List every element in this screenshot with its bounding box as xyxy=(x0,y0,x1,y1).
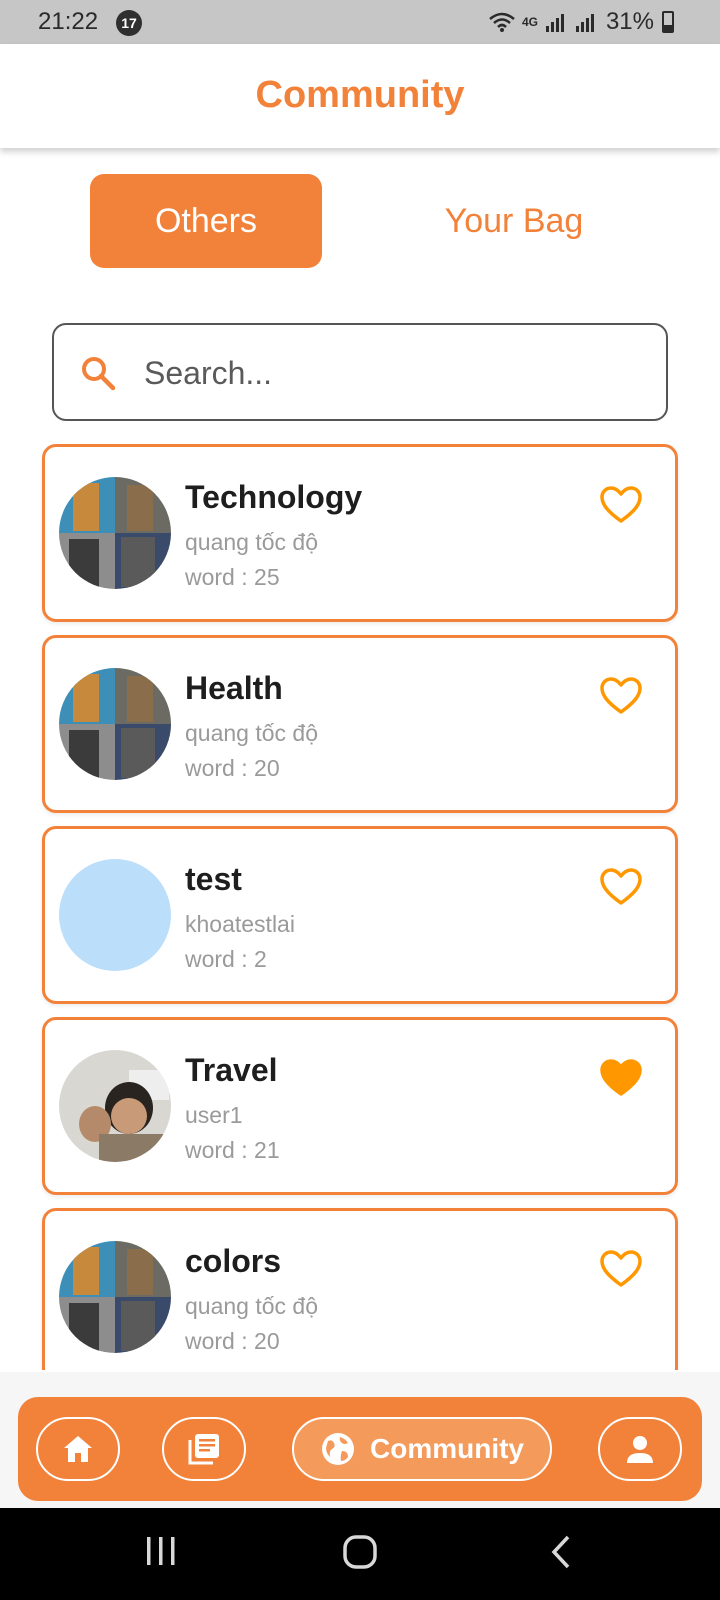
status-icons: 4G xyxy=(488,11,598,33)
home-icon xyxy=(64,1436,92,1462)
search-input[interactable] xyxy=(144,345,644,401)
tab-others[interactable]: Others xyxy=(90,174,322,268)
status-bar: 21:22 17 4G 31% xyxy=(0,0,720,44)
collection-card[interactable]: colors quang tốc độ word : 20 xyxy=(42,1208,678,1370)
collection-author: khoatestlai xyxy=(185,911,295,937)
collection-title: Travel xyxy=(185,1052,278,1088)
collection-title: Technology xyxy=(185,479,363,515)
collection-author: quang tốc độ xyxy=(185,720,319,746)
globe-icon xyxy=(322,1433,354,1465)
back-icon[interactable] xyxy=(548,1534,574,1570)
collection-card[interactable]: Health quang tốc độ word : 20 xyxy=(42,635,678,813)
page-title: Community xyxy=(255,74,465,116)
library-icon xyxy=(188,1434,219,1465)
avatar-placeholder xyxy=(59,859,171,971)
nav-library-button[interactable] xyxy=(162,1417,246,1481)
collection-author: quang tốc độ xyxy=(185,529,319,555)
network-type: 4G xyxy=(521,15,538,29)
tab-your-bag[interactable]: Your Bag xyxy=(398,174,630,268)
collection-title: Health xyxy=(185,670,283,706)
collection-card[interactable]: test khoatestlai word : 2 xyxy=(42,826,678,1004)
nav-community-button[interactable]: Community xyxy=(292,1417,552,1481)
nav-community-label: Community xyxy=(370,1433,524,1464)
collection-word-count: word : 21 xyxy=(185,1137,280,1163)
collection-title: test xyxy=(185,861,242,897)
battery-icon xyxy=(662,11,674,33)
signal-icon xyxy=(545,14,564,32)
home-system-icon[interactable] xyxy=(342,1534,378,1570)
collection-author: quang tốc độ xyxy=(185,1293,319,1319)
system-nav-bar xyxy=(0,1508,720,1600)
search-icon xyxy=(82,357,116,391)
heart-outline-icon[interactable] xyxy=(599,1249,643,1289)
collection-word-count: word : 20 xyxy=(185,1328,280,1354)
person-icon xyxy=(627,1436,653,1463)
heart-outline-icon[interactable] xyxy=(599,867,643,907)
search-box[interactable] xyxy=(52,323,668,421)
notification-count-badge: 17 xyxy=(116,10,142,36)
status-right-group: 4G 31% xyxy=(488,8,674,36)
bottom-nav: Community xyxy=(18,1397,702,1501)
battery-percent: 31% xyxy=(605,8,654,35)
signal-icon-2 xyxy=(575,14,594,32)
collection-word-count: word : 25 xyxy=(185,564,280,590)
collection-word-count: word : 2 xyxy=(185,946,267,972)
wifi-icon xyxy=(489,12,515,32)
collection-title: colors xyxy=(185,1243,282,1279)
heart-outline-icon[interactable] xyxy=(599,676,643,716)
avatar-photo xyxy=(59,1050,171,1162)
collection-card[interactable]: Travel user1 word : 21 xyxy=(42,1017,678,1195)
heart-outline-icon[interactable] xyxy=(599,485,643,525)
avatar-collage xyxy=(59,477,171,589)
app-bar: Community xyxy=(0,44,720,148)
collection-word-count: word : 20 xyxy=(185,755,280,781)
nav-home-button[interactable] xyxy=(36,1417,120,1481)
avatar-collage xyxy=(59,668,171,780)
collection-list[interactable]: Technology quang tốc độ word : 25 Health… xyxy=(40,444,680,1370)
recent-apps-icon[interactable] xyxy=(144,1534,178,1568)
heart-filled-icon[interactable] xyxy=(599,1058,643,1098)
collection-card[interactable]: Technology quang tốc độ word : 25 xyxy=(42,444,678,622)
nav-profile-button[interactable] xyxy=(598,1417,682,1481)
avatar-collage xyxy=(59,1241,171,1353)
collection-author: user1 xyxy=(185,1102,243,1128)
status-time: 21:22 xyxy=(38,8,99,35)
